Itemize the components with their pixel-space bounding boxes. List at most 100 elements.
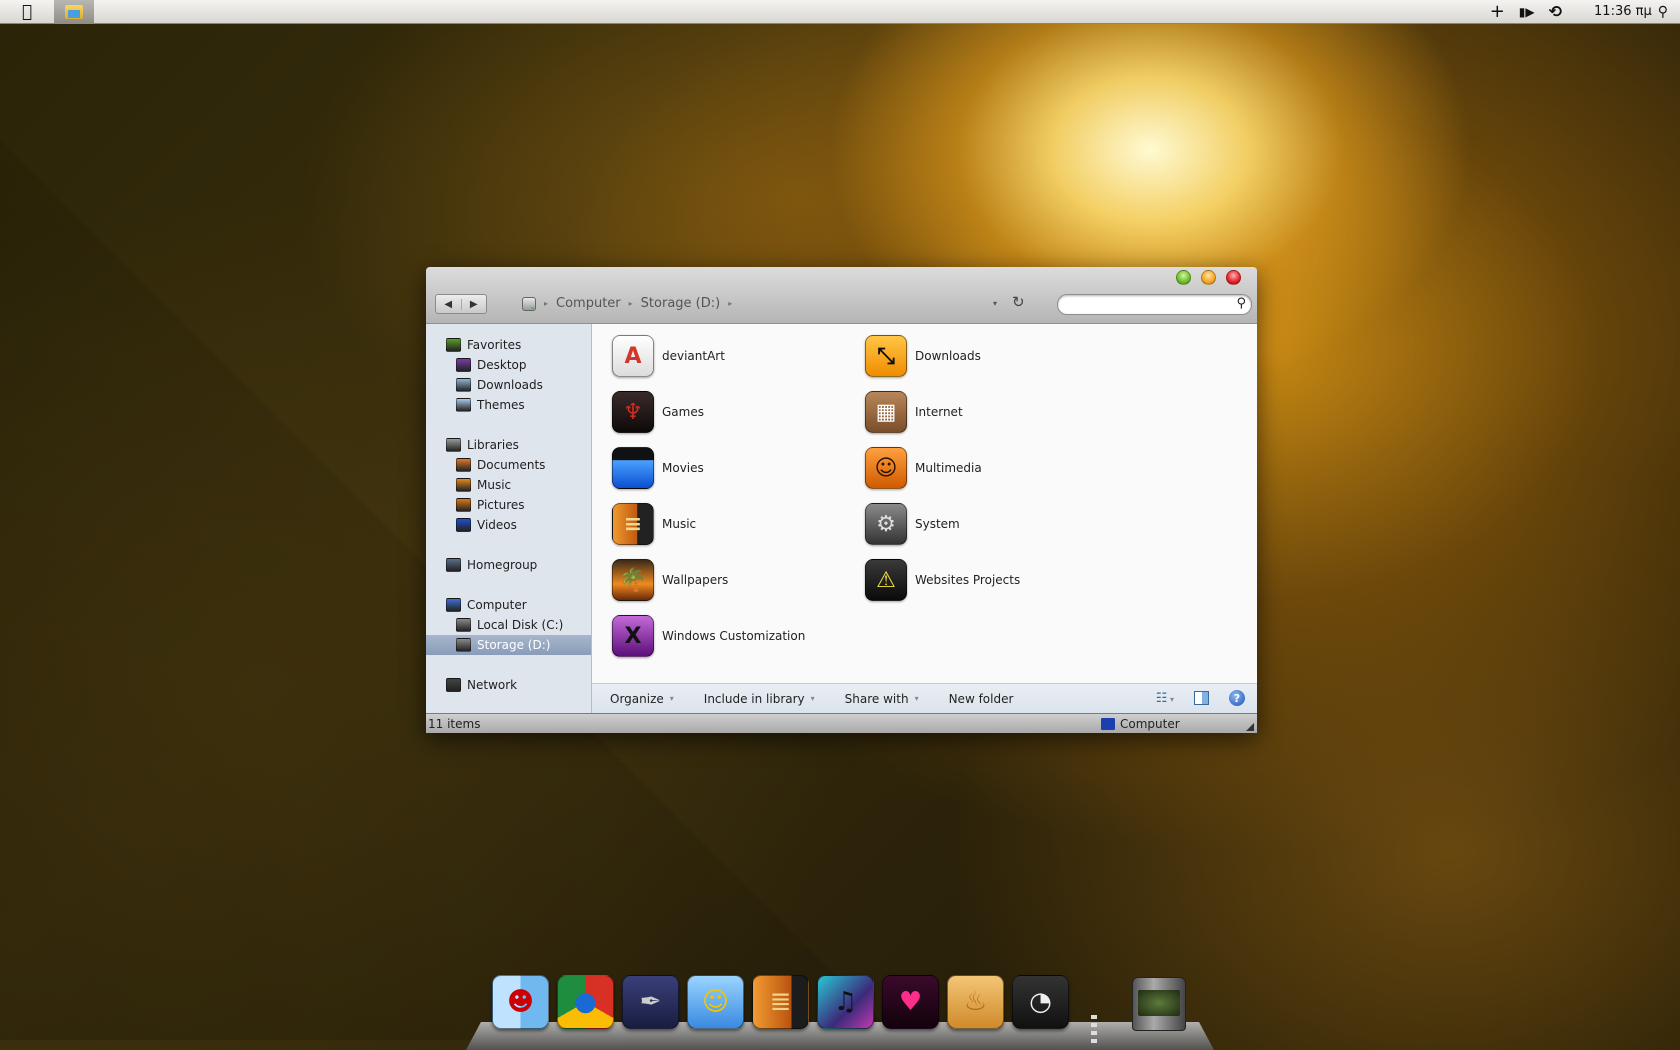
breadcrumb-computer[interactable]: Computer bbox=[556, 296, 621, 311]
drive-icon[interactable] bbox=[522, 296, 536, 311]
itunes-icon[interactable]: ♫ bbox=[817, 975, 874, 1029]
sidebar-item-label: Music bbox=[477, 478, 512, 492]
sidebar-item-favorites[interactable]: Favorites bbox=[426, 335, 591, 355]
palm-sunset-icon: 🌴 bbox=[612, 559, 654, 601]
close-button[interactable] bbox=[1226, 270, 1241, 285]
status-location-label: Computer bbox=[1120, 716, 1180, 731]
sidebar-item-label: Themes bbox=[477, 398, 525, 412]
folder-item[interactable]: ⤡ Downloads bbox=[865, 333, 981, 379]
search-icon[interactable]: ⚲ bbox=[1236, 296, 1246, 311]
dashboard-icon[interactable]: ◔ bbox=[1012, 975, 1069, 1029]
chevron-down-icon: ▾ bbox=[810, 694, 815, 703]
chrome-icon[interactable]: ● bbox=[557, 975, 614, 1029]
explorer-folder-icon[interactable] bbox=[54, 0, 94, 24]
homegroup-icon bbox=[446, 558, 461, 572]
volume-icon[interactable]: ▮▶ bbox=[1519, 5, 1535, 19]
add-icon[interactable]: + bbox=[1490, 1, 1505, 22]
preview-pane-icon[interactable] bbox=[1194, 691, 1209, 705]
folder-name: Internet bbox=[915, 405, 963, 419]
breadcrumb-separator[interactable]: ▸ bbox=[728, 299, 732, 308]
breadcrumb-separator[interactable]: ▸ bbox=[629, 299, 633, 308]
sidebar-item-label: Videos bbox=[477, 518, 517, 532]
folder-item[interactable]: ♆ Games bbox=[612, 389, 704, 435]
share-with-label: Share with bbox=[844, 691, 909, 706]
organize-button[interactable]: Organize ▾ bbox=[610, 692, 674, 706]
maximize-button[interactable] bbox=[1176, 270, 1191, 285]
sidebar-item-desktop[interactable]: Desktop bbox=[426, 355, 591, 375]
folder-name: Games bbox=[662, 405, 704, 419]
downloads-icon bbox=[456, 378, 471, 392]
flame-app-icon[interactable]: ♨ bbox=[947, 975, 1004, 1029]
themes-icon bbox=[456, 398, 471, 412]
share-with-button[interactable]: Share with ▾ bbox=[845, 692, 919, 706]
sidebar-item-libraries[interactable]: Libraries bbox=[426, 435, 591, 455]
command-bar: Organize ▾ Include in library ▾ Share with… bbox=[592, 683, 1257, 713]
clock[interactable]: 11:36 πμ bbox=[1594, 4, 1652, 19]
trash-icon[interactable] bbox=[1132, 977, 1186, 1031]
sidebar-item-homegroup[interactable]: Homegroup bbox=[426, 555, 591, 575]
title-bar[interactable]: ◀ ▶ ▸ Computer ▸ Storage (D:) ▸ ▾ ↻ ⚲ bbox=[426, 267, 1257, 324]
folder-name: Multimedia bbox=[915, 461, 982, 475]
folder-item[interactable]: ▦ Internet bbox=[865, 389, 963, 435]
back-button[interactable]: ◀ bbox=[436, 299, 461, 310]
osx-x-icon: X bbox=[612, 615, 654, 657]
sidebar-item-computer[interactable]: Computer bbox=[426, 595, 591, 615]
sidebar-item-local-disk-c[interactable]: Local Disk (C:) bbox=[426, 615, 591, 635]
folder-name: Wallpapers bbox=[662, 573, 729, 587]
new-folder-label: New folder bbox=[948, 691, 1014, 706]
sidebar-item-videos[interactable]: Videos bbox=[426, 515, 591, 535]
folder-item[interactable]: Movies bbox=[612, 445, 704, 491]
search-box: ⚲ bbox=[1057, 294, 1252, 315]
folder-name: System bbox=[915, 517, 960, 531]
sidebar-item-downloads[interactable]: Downloads bbox=[426, 375, 591, 395]
new-folder-button[interactable]: New folder bbox=[949, 692, 1014, 706]
pen-app-icon[interactable]: ✒ bbox=[622, 975, 679, 1029]
chevron-down-icon: ▾ bbox=[669, 694, 674, 703]
breadcrumb: ▸ Computer ▸ Storage (D:) ▸ bbox=[522, 296, 732, 311]
sidebar-item-music[interactable]: Music bbox=[426, 475, 591, 495]
sidebar-item-network[interactable]: Network bbox=[426, 675, 591, 695]
sidebar-item-documents[interactable]: Documents bbox=[426, 455, 591, 475]
sidebar-item-storage-d[interactable]: Storage (D:) bbox=[426, 635, 591, 655]
minimize-button[interactable] bbox=[1201, 270, 1216, 285]
refresh-icon[interactable]: ↻ bbox=[1012, 293, 1025, 311]
breadcrumb-storage[interactable]: Storage (D:) bbox=[641, 296, 721, 311]
sidebar-item-label: Desktop bbox=[477, 358, 527, 372]
forward-button[interactable]: ▶ bbox=[460, 298, 487, 310]
dock: ☻ ● ✒ ☺ ≣ ♫ ♥ ♨ ◔ bbox=[466, 975, 1214, 1050]
music-icon bbox=[456, 478, 471, 492]
folder-item[interactable]: ⚠ Websites Projects bbox=[865, 557, 1020, 603]
folder-item[interactable]: AdeviantArt bbox=[612, 333, 725, 379]
finder-devil-icon[interactable]: ☻ bbox=[492, 975, 549, 1029]
sidebar-item-pictures[interactable]: Pictures bbox=[426, 495, 591, 515]
menu-bar:  + ▮▶ ⟲ 11:36 πμ ⚲ bbox=[0, 0, 1680, 24]
folder-item[interactable]: 🌴 Wallpapers bbox=[612, 557, 728, 603]
history-dropdown-icon[interactable]: ▾ bbox=[993, 299, 997, 308]
status-bar: 11 items Computer bbox=[426, 713, 1257, 733]
apple-logo-icon[interactable]:  bbox=[0, 0, 54, 24]
change-view-icon[interactable]: ☷ ▾ bbox=[1156, 691, 1174, 706]
spotlight-search-icon[interactable]: ⚲ bbox=[1658, 4, 1668, 20]
folder-name: Websites Projects bbox=[915, 573, 1021, 587]
nav-buttons: ◀ ▶ bbox=[435, 294, 487, 314]
folder-item[interactable]: ☺ Multimedia bbox=[865, 445, 982, 491]
status-location: Computer bbox=[1101, 717, 1180, 731]
search-input[interactable] bbox=[1066, 295, 1236, 314]
smiley-messenger-icon[interactable]: ☺ bbox=[687, 975, 744, 1029]
sidebar-item-themes[interactable]: Themes bbox=[426, 395, 591, 415]
folder-item[interactable]: X Windows Customization bbox=[612, 613, 805, 659]
include-in-library-button[interactable]: Include in library ▾ bbox=[704, 692, 815, 706]
help-icon[interactable]: ? bbox=[1229, 690, 1245, 706]
finder-pumpkin-icon: ☺ bbox=[865, 447, 907, 489]
resize-grip[interactable] bbox=[1246, 723, 1254, 731]
breadcrumb-separator[interactable]: ▸ bbox=[544, 299, 548, 308]
file-grid: AdeviantArt ⤡ Downloads ♆ Games ▦ Internet Movi… bbox=[592, 324, 1257, 683]
folder-item[interactable]: ⚙ System bbox=[865, 501, 960, 547]
time-machine-icon[interactable]: ⟲ bbox=[1549, 2, 1562, 21]
folder-item[interactable]: ≡ Music bbox=[612, 501, 696, 547]
heart-app-icon[interactable]: ♥ bbox=[882, 975, 939, 1029]
garageband-guitar-icon[interactable]: ≣ bbox=[752, 975, 809, 1029]
